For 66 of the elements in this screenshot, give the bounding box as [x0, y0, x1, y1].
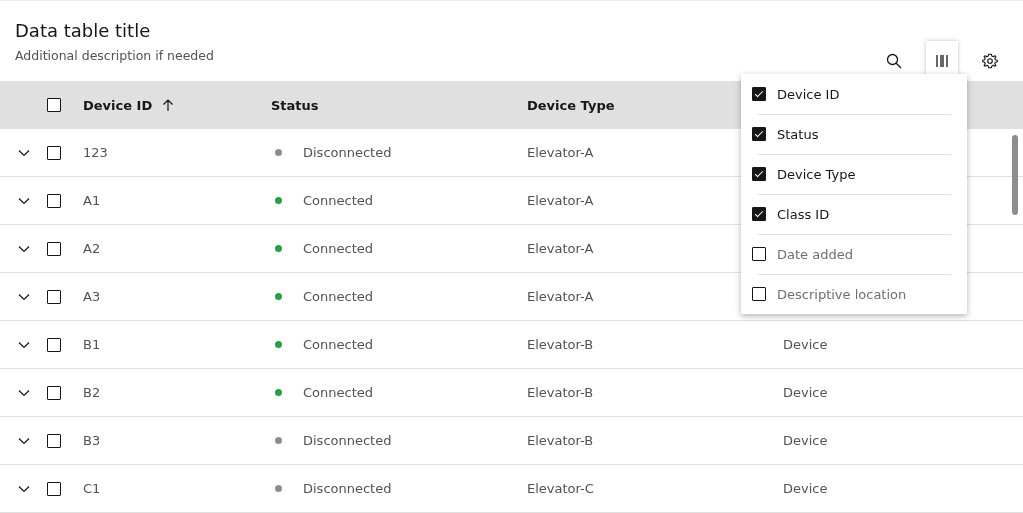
table-cell: Elevator-A — [527, 193, 594, 208]
menu-item-label[interactable]: Device Type — [777, 166, 856, 182]
checkbox[interactable] — [47, 193, 61, 208]
table-cell: B3 — [83, 433, 101, 448]
table-cell: Elevator-B — [527, 433, 594, 448]
chevron-icon[interactable] — [18, 244, 30, 253]
checked-checkbox[interactable] — [752, 207, 766, 221]
menu-item-label[interactable]: Status — [777, 126, 819, 142]
checkbox[interactable] — [752, 247, 766, 261]
table-cell: Elevator-B — [527, 385, 594, 400]
table-cell: Device — [783, 385, 828, 400]
table-cell: Connected — [303, 385, 373, 400]
gear-icon — [982, 53, 998, 69]
column-header[interactable]: Device Type — [527, 97, 615, 113]
menu-item-label[interactable]: Class ID — [777, 206, 830, 222]
table-cell: Connected — [303, 193, 373, 208]
table-cell: Elevator-A — [527, 145, 594, 160]
table-cell: Device — [783, 433, 828, 448]
table-cell: Elevator-C — [527, 481, 594, 496]
checkbox[interactable] — [47, 98, 61, 112]
chevron-icon[interactable] — [18, 484, 30, 493]
table-title: Data table title — [15, 19, 152, 43]
table-cell: Elevator-A — [527, 241, 594, 256]
checked-checkbox[interactable] — [752, 87, 766, 101]
chevron-icon[interactable] — [18, 436, 30, 445]
chevron-icon[interactable] — [18, 148, 30, 157]
checked-checkbox[interactable] — [752, 127, 766, 141]
table-description: Additional description if needed — [15, 47, 214, 65]
table-cell: Disconnected — [303, 481, 392, 496]
table-cell: B2 — [83, 385, 101, 400]
table-cell: B1 — [83, 337, 101, 352]
chevron-icon[interactable] — [18, 340, 30, 349]
checkbox[interactable] — [47, 385, 61, 400]
table-cell: 123 — [83, 145, 108, 160]
checkbox[interactable] — [47, 241, 61, 256]
table-cell: Connected — [303, 241, 373, 256]
table-cell: Connected — [303, 289, 373, 304]
column-header[interactable]: Device ID — [83, 97, 153, 113]
checkbox[interactable] — [752, 287, 766, 301]
checkbox[interactable] — [47, 433, 61, 448]
checkbox[interactable] — [47, 337, 61, 352]
table-cell: Connected — [303, 337, 373, 352]
scrollbar[interactable] — [1012, 135, 1018, 215]
chevron-icon[interactable] — [18, 196, 30, 205]
chevron-icon[interactable] — [18, 292, 30, 301]
column-header[interactable]: Status — [271, 97, 319, 113]
columns-icon — [936, 54, 948, 68]
table-cell: A1 — [83, 193, 101, 208]
table-cell: Elevator-A — [527, 289, 594, 304]
table-cell: Device — [783, 481, 828, 496]
chevron-icon[interactable] — [18, 388, 30, 397]
table-cell: Elevator-B — [527, 337, 594, 352]
checkbox[interactable] — [47, 481, 61, 496]
table-cell: A3 — [83, 289, 101, 304]
menu-item-label[interactable]: Device ID — [777, 86, 840, 102]
menu-item-label[interactable]: Date added — [777, 246, 853, 262]
table-cell: Disconnected — [303, 145, 392, 160]
checkbox[interactable] — [47, 289, 61, 304]
table-cell: A2 — [83, 241, 101, 256]
checked-checkbox[interactable] — [752, 167, 766, 181]
table-cell: Disconnected — [303, 433, 392, 448]
menu-item-label[interactable]: Descriptive location — [777, 286, 907, 302]
table-cell: C1 — [83, 481, 101, 496]
checkbox[interactable] — [47, 145, 61, 160]
search-icon — [886, 53, 902, 69]
table-cell: Device — [783, 337, 828, 352]
